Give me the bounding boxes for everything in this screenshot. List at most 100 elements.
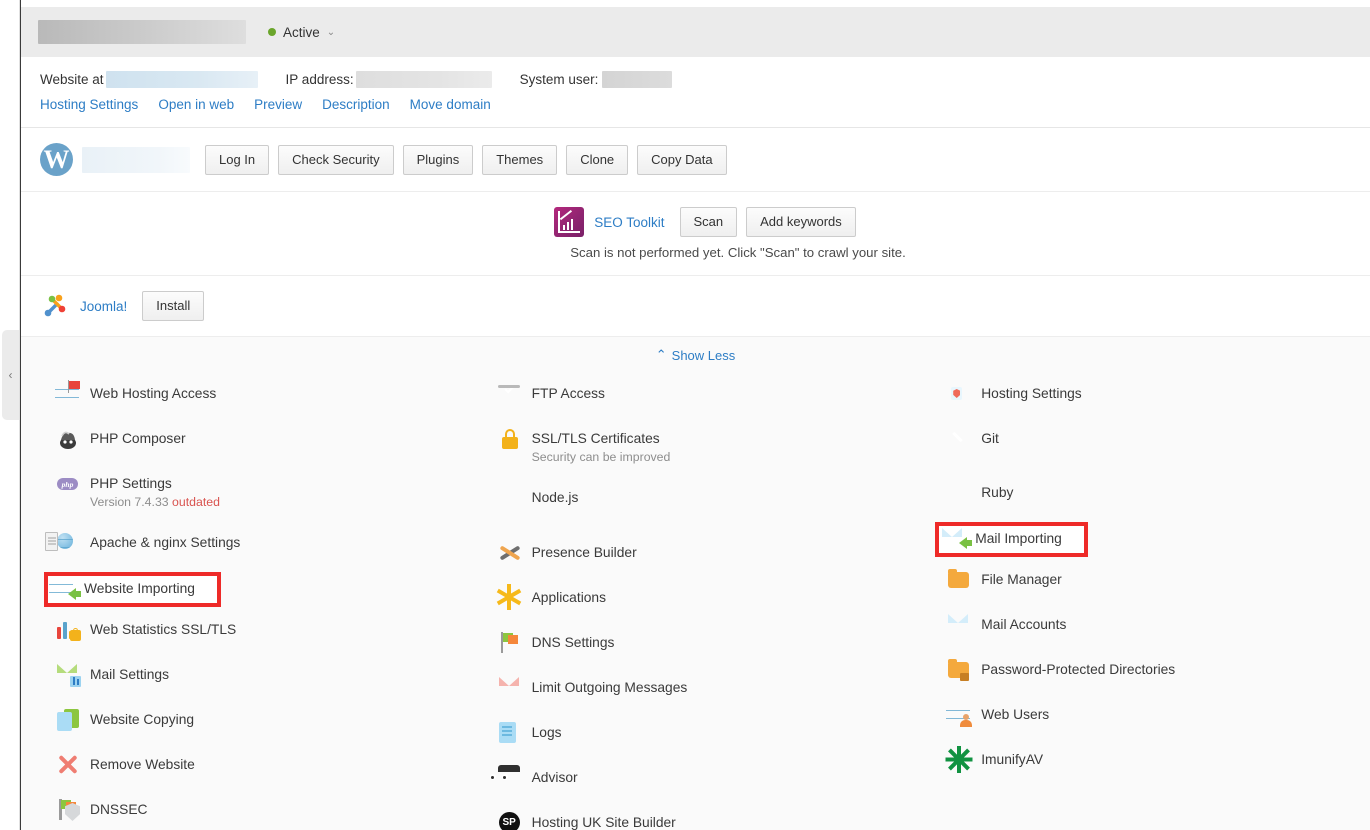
joomla-row: Joomla! Install (21, 276, 1370, 337)
copy-pages-icon (57, 709, 79, 731)
ftp-icon (499, 383, 521, 405)
tool-web-statistics-ssl-tls[interactable]: Web Statistics SSL/TLS (51, 614, 242, 646)
tool-presence-builder[interactable]: Presence Builder (493, 537, 643, 569)
tool-label: PHP Settings (90, 476, 172, 491)
tool-label: SSL/TLS Certificates (531, 431, 660, 446)
system-user-redacted (602, 71, 673, 88)
seo-toolkit-title[interactable]: SEO Toolkit (594, 215, 664, 230)
presence-builder-icon (499, 542, 521, 564)
site-name-redacted (38, 20, 246, 44)
site-titlebar: Active ⌄ (21, 7, 1370, 57)
tool-nodejs[interactable]: Node.js (493, 482, 585, 514)
tool-imunifyav[interactable]: ImunifyAV (942, 744, 1049, 776)
tool-dnssec[interactable]: DNSSEC (51, 794, 154, 826)
globe-flag-icon (57, 380, 80, 405)
padlock-icon (499, 428, 521, 450)
status-badge[interactable]: Active ⌄ (268, 25, 335, 40)
copy-data-button[interactable]: Copy Data (637, 144, 727, 175)
tool-hosting-uk-site-builder[interactable]: SP Hosting UK Site Builder (493, 807, 682, 830)
tool-ruby[interactable]: Ruby (942, 477, 1019, 509)
owl-icon (489, 767, 521, 789)
tool-label: Website Importing (84, 581, 195, 596)
tool-dns-settings[interactable]: DNS Settings (493, 627, 621, 659)
system-user-label: System user: (519, 72, 599, 87)
tool-label: Mail Importing (975, 531, 1062, 546)
tool-remove-website[interactable]: Remove Website (51, 749, 201, 781)
tool-git[interactable]: Git (942, 423, 1005, 455)
tool-hosting-settings[interactable]: Hosting Settings (942, 378, 1087, 410)
sidebar-collapse-handle[interactable]: ‹ (2, 330, 19, 420)
red-envelope-icon (498, 677, 521, 699)
scan-button[interactable]: Scan (679, 207, 738, 237)
page-root: ‹ Active ⌄ Website at IP address: System… (0, 0, 1370, 830)
mail-import-icon (942, 528, 973, 550)
chevron-up-icon: ⌃ (655, 347, 667, 362)
link-hosting-settings[interactable]: Hosting Settings (40, 97, 138, 112)
git-icon (948, 428, 970, 450)
show-less-bar: ⌃ Show Less (21, 337, 1370, 372)
chevron-down-icon[interactable]: ⌄ (327, 27, 335, 38)
tool-label: Web Users (981, 707, 1050, 722)
mail-settings-icon (57, 664, 81, 687)
tool-web-hosting-access[interactable]: Web Hosting Access (51, 378, 222, 410)
install-button[interactable]: Install (142, 291, 205, 321)
ip-address-redacted (355, 71, 492, 88)
tool-label: DNSSEC (90, 802, 148, 817)
link-description[interactable]: Description (322, 97, 390, 112)
left-rail: ‹ (0, 0, 20, 830)
login-button[interactable]: Log In (205, 144, 270, 175)
themes-button[interactable]: Themes (482, 144, 558, 175)
folder-lock-icon (948, 659, 970, 681)
tool-label: Mail Accounts (981, 617, 1067, 632)
ssl-status-note: Security can be improved (531, 450, 671, 464)
composer-icon (57, 428, 79, 450)
link-move-domain[interactable]: Move domain (410, 97, 491, 112)
tool-label: Web Hosting Access (90, 386, 217, 401)
tool-applications[interactable]: Applications (493, 582, 612, 614)
tool-label: Web Statistics SSL/TLS (90, 622, 237, 637)
joomla-title[interactable]: Joomla! (80, 299, 127, 314)
link-preview[interactable]: Preview (254, 97, 302, 112)
tool-label: Hosting Settings (981, 386, 1082, 401)
web-users-icon (948, 704, 973, 727)
tool-web-users[interactable]: Web Users (942, 699, 1055, 731)
tool-php-composer[interactable]: PHP Composer (51, 423, 192, 455)
barchart-lock-icon (57, 619, 81, 641)
wordpress-site-redacted (82, 146, 190, 173)
tool-limit-outgoing-messages[interactable]: Limit Outgoing Messages (493, 672, 694, 704)
tool-website-copying[interactable]: Website Copying (51, 704, 200, 736)
tool-php-settings[interactable]: php PHP Settings Version 7.4.33 outdated (51, 468, 226, 514)
apache-nginx-icon (45, 532, 79, 554)
seo-toolkit-status: Scan is not performed yet. Click "Scan" … (570, 245, 906, 260)
link-open-in-web[interactable]: Open in web (158, 97, 234, 112)
tool-website-importing[interactable]: Website Importing (44, 572, 221, 607)
tools-column-3: Hosting Settings Git Ruby Mail Importing… (920, 378, 1370, 830)
clone-button[interactable]: Clone (566, 144, 629, 175)
add-keywords-button[interactable]: Add keywords (746, 207, 856, 237)
tool-mail-accounts[interactable]: Mail Accounts (942, 609, 1072, 641)
check-security-button[interactable]: Check Security (278, 144, 394, 175)
tool-advisor[interactable]: Advisor (489, 762, 584, 794)
plugins-button[interactable]: Plugins (402, 144, 474, 175)
nodejs-icon (499, 487, 521, 509)
imunify-icon (945, 748, 973, 771)
tool-mail-importing[interactable]: Mail Importing (935, 522, 1088, 557)
tool-label: FTP Access (531, 386, 605, 401)
tools-column-1: Web Hosting Access PHP Composer php PHP … (21, 378, 471, 830)
ip-address-label: IP address: (285, 72, 354, 87)
tool-file-manager[interactable]: File Manager (942, 564, 1068, 596)
tool-password-protected-directories[interactable]: Password-Protected Directories (942, 654, 1181, 686)
tool-logs[interactable]: Logs (493, 717, 568, 749)
quick-links: Hosting Settings Open in web Preview Des… (21, 88, 1370, 112)
tool-label: Node.js (531, 490, 579, 505)
tool-label: Limit Outgoing Messages (531, 680, 688, 695)
main-panel: Active ⌄ Website at IP address: System u… (21, 0, 1370, 830)
tool-ftp-access[interactable]: FTP Access (493, 378, 611, 410)
tool-label: PHP Composer (90, 431, 186, 446)
show-less-toggle[interactable]: ⌃ Show Less (656, 347, 736, 363)
tool-mail-settings[interactable]: Mail Settings (51, 659, 175, 691)
tool-apache-nginx-settings[interactable]: Apache & nginx Settings (45, 527, 246, 559)
seo-toolkit-buttons: Scan Add keywords (679, 207, 856, 237)
hosting-settings-icon (948, 383, 970, 405)
tool-ssl-tls-certificates[interactable]: SSL/TLS Certificates Security can be imp… (493, 423, 677, 469)
